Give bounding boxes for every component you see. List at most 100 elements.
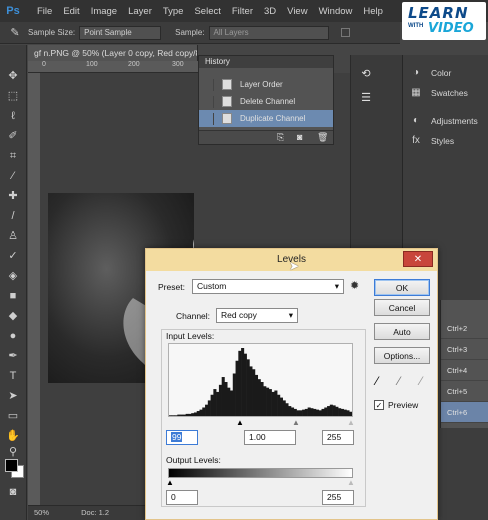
sample-size-select[interactable]: Point Sample: [79, 25, 162, 40]
output-white-field[interactable]: 255: [322, 490, 354, 505]
histogram-bar: [199, 409, 203, 417]
zoom-level[interactable]: 50%: [34, 508, 49, 517]
preview-checkbox[interactable]: ✓: [374, 400, 384, 410]
menu-filter[interactable]: Filter: [232, 6, 253, 17]
eyedropper-icon[interactable]: ⁄: [6, 169, 20, 183]
cancel-button[interactable]: Cancel: [374, 299, 430, 316]
history-panel-icon[interactable]: ⟲: [359, 67, 373, 81]
auto-button[interactable]: Auto: [374, 323, 430, 340]
dock-swatches[interactable]: ▦ Swatches: [409, 85, 468, 101]
input-white-field[interactable]: 255: [322, 430, 354, 445]
history-panel-title[interactable]: History: [199, 56, 333, 68]
input-black-slider[interactable]: ▲: [236, 418, 244, 427]
history-brush-icon[interactable]: ✓: [6, 249, 20, 263]
photoshop-window: Ps File Edit Image Layer Type Select Fil…: [0, 0, 488, 520]
channel-row[interactable]: Ctrl+2: [441, 318, 488, 339]
menu-image[interactable]: Image: [91, 6, 117, 17]
preset-select[interactable]: Custom ▾: [192, 279, 344, 294]
blur-tool-icon[interactable]: ◆: [6, 309, 20, 323]
menu-view[interactable]: View: [287, 6, 307, 17]
histogram-bar: [315, 409, 320, 417]
histogram-bar: [340, 408, 344, 416]
menu-edit[interactable]: Edit: [63, 6, 79, 17]
pen-tool-icon[interactable]: ✒: [6, 349, 20, 363]
quick-mask-icon[interactable]: ◙: [6, 485, 20, 499]
marquee-tool-icon[interactable]: ⬚: [6, 89, 20, 103]
dodge-tool-icon[interactable]: ●: [6, 329, 20, 343]
trash-icon[interactable]: 🗑: [317, 132, 328, 143]
histogram-bar: [205, 404, 209, 416]
document-info: Doc: 1.2: [81, 508, 110, 517]
channel-row[interactable]: Ctrl+3: [441, 339, 488, 360]
channel-select[interactable]: Red copy ▾: [216, 308, 298, 323]
histogram-bar: [241, 348, 245, 416]
chevron-down-icon: ▾: [288, 310, 293, 320]
dock-adjustments[interactable]: ◐ Adjustments: [409, 113, 478, 129]
channel-row-selected[interactable]: Ctrl+6: [441, 402, 488, 423]
black-point-eyedropper-icon[interactable]: ⁄: [376, 374, 378, 388]
histogram: [168, 343, 353, 417]
input-black-field[interactable]: 99: [166, 430, 198, 445]
dock-styles[interactable]: fx Styles: [409, 133, 454, 149]
snapshot-camera-icon[interactable]: ◙: [297, 132, 302, 142]
history-item[interactable]: Delete Channel: [199, 93, 333, 110]
histogram-bar: [313, 408, 317, 416]
document-tab[interactable]: gf n.PNG @ 50% (Layer 0 copy, Red copy/8…: [28, 45, 198, 61]
histogram-bar: [185, 413, 189, 417]
histogram-bar: [207, 400, 211, 416]
properties-panel-icon[interactable]: ☰: [359, 91, 373, 105]
shape-tool-icon[interactable]: ▭: [6, 409, 20, 423]
healing-brush-icon[interactable]: ✚: [6, 189, 20, 203]
menu-window[interactable]: Window: [319, 6, 353, 17]
output-black-slider[interactable]: ▲: [166, 478, 174, 487]
lasso-tool-icon[interactable]: ℓ: [6, 109, 20, 123]
type-tool-icon[interactable]: T: [6, 369, 20, 383]
white-point-eyedropper-icon[interactable]: ⁄: [420, 374, 422, 388]
eraser-tool-icon[interactable]: ◈: [6, 269, 20, 283]
show-sampling-ring-checkbox[interactable]: [340, 28, 350, 37]
output-black-field[interactable]: 0: [166, 490, 198, 505]
preset-options-gear-icon[interactable]: ✹: [350, 279, 359, 292]
input-levels-label: Input Levels:: [166, 331, 215, 341]
channel-row[interactable]: Ctrl+4: [441, 360, 488, 381]
zoom-tool-icon[interactable]: ⚲: [6, 445, 20, 459]
crop-tool-icon[interactable]: ⌗: [6, 149, 20, 163]
input-gamma-field[interactable]: 1.00: [244, 430, 296, 445]
input-white-slider[interactable]: ▲: [347, 418, 355, 427]
history-item-selected[interactable]: Duplicate Channel: [199, 110, 333, 127]
preview-toggle[interactable]: ✓ Preview: [374, 400, 418, 410]
quick-select-tool-icon[interactable]: ✐: [6, 129, 20, 143]
options-button[interactable]: Options...: [374, 347, 430, 364]
eyedropper-tool-icon[interactable]: ✎: [8, 26, 22, 40]
history-item[interactable]: Layer Order: [199, 76, 333, 93]
histogram-bar: [180, 414, 184, 416]
close-icon[interactable]: ✕: [403, 251, 433, 267]
move-tool-icon[interactable]: ✥: [6, 69, 20, 83]
foreground-color-swatch[interactable]: [5, 459, 18, 472]
gradient-tool-icon[interactable]: ■: [6, 289, 20, 303]
brush-tool-icon[interactable]: /: [6, 209, 20, 223]
hand-tool-icon[interactable]: ✋: [6, 429, 20, 443]
input-gamma-slider[interactable]: ▲: [292, 418, 300, 427]
menu-3d[interactable]: 3D: [264, 6, 276, 17]
histogram-bar: [210, 394, 214, 416]
histogram-bar: [288, 406, 292, 416]
histogram-bar: [329, 404, 333, 416]
dock-color[interactable]: ◑ Color: [409, 65, 451, 81]
histogram-bar: [285, 403, 289, 416]
channel-row[interactable]: Ctrl+5: [441, 381, 488, 402]
menu-file[interactable]: File: [37, 6, 52, 17]
menu-layer[interactable]: Layer: [128, 6, 152, 17]
path-select-icon[interactable]: ➤: [6, 389, 20, 403]
new-document-from-state-icon[interactable]: ⎘: [277, 132, 284, 143]
menu-type[interactable]: Type: [163, 6, 184, 17]
clone-stamp-icon[interactable]: ♙: [6, 229, 20, 243]
menu-help[interactable]: Help: [363, 6, 383, 17]
output-white-slider[interactable]: ▲: [347, 478, 355, 487]
menu-select[interactable]: Select: [194, 6, 220, 17]
tools-panel: ✥ ⬚ ℓ ✐ ⌗ ⁄ ✚ / ♙ ✓ ◈ ■ ◆ ● ✒ T ➤ ▭ ✋ ⚲ …: [0, 45, 27, 520]
gray-point-eyedropper-icon[interactable]: ⁄: [398, 374, 400, 388]
options-bar: ✎ Sample Size: Point Sample Sample: All …: [0, 22, 400, 44]
sample-select[interactable]: All Layers: [208, 25, 329, 40]
ok-button[interactable]: OK: [374, 279, 430, 296]
